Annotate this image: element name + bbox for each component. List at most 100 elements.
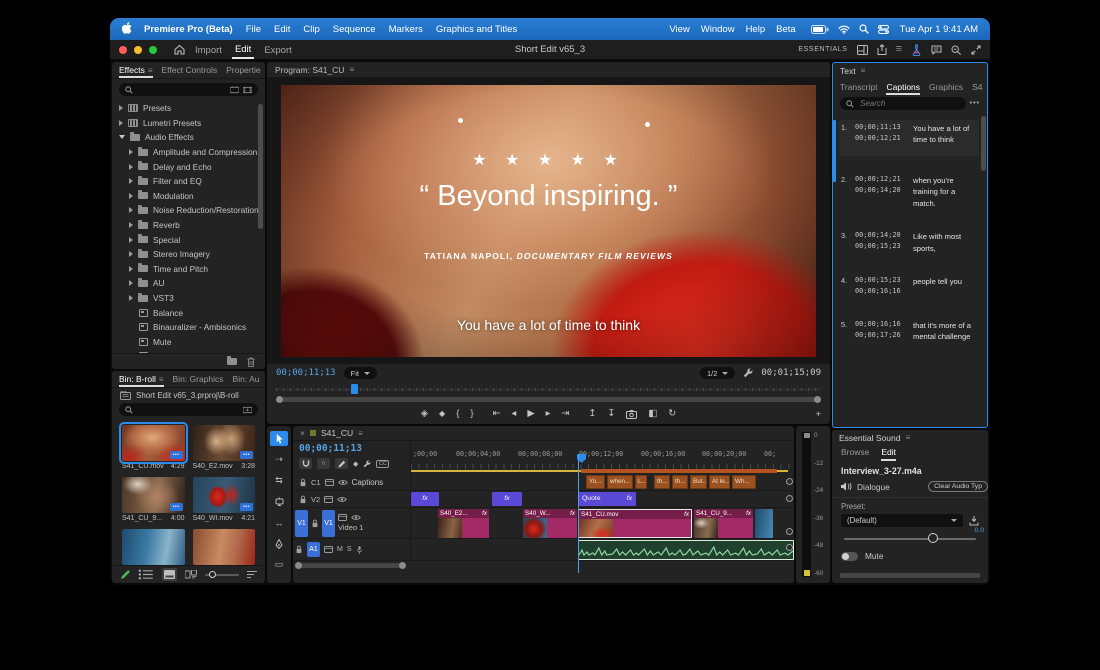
zoom-handle-left[interactable] [295,562,302,569]
tree-item[interactable]: Time and Pitch [112,262,265,277]
chevron-right-icon[interactable] [129,251,133,257]
filter-video-icon[interactable] [243,86,252,94]
track-id[interactable]: C1 [311,478,321,487]
caption-clip[interactable]: th... [654,475,670,489]
ripple-edit-tool[interactable]: ⇆ [270,473,288,488]
step-forward-icon[interactable]: ▸ [546,409,551,419]
close-sequence-icon[interactable]: × [300,428,305,438]
mark-in-icon[interactable]: { [456,409,459,419]
tree-item[interactable]: Special [112,232,265,247]
chevron-right-icon[interactable] [129,295,133,301]
tree-item[interactable]: Mute [112,335,265,350]
track-target-a1[interactable]: A1 [307,542,320,557]
chevron-right-icon[interactable] [129,266,133,272]
v1-track-content[interactable]: S40_E2...fx S40_W...fx S41_CU.movfx [411,508,794,538]
slider-knob[interactable] [928,533,938,543]
track-scroll-handle[interactable] [786,528,793,535]
captions-search-input[interactable] [858,98,960,109]
bin-item[interactable]: ••• S41_CU.mov4:29 [122,425,185,470]
mic-icon[interactable] [356,545,363,555]
a1-track-content[interactable] [411,539,794,560]
tab-export[interactable]: Export [261,41,294,58]
tree-item[interactable]: Balance [112,305,265,320]
tab-effects[interactable]: Effects≡ [119,62,153,78]
tree-item[interactable]: Binauralizer - Ambisonics [112,320,265,335]
menu-window[interactable]: Window [701,24,735,35]
sequence-marker-icon[interactable]: ◆ [353,460,358,468]
track-id[interactable]: V2 [311,495,320,504]
caption-text[interactable]: when you're training for a match. [905,175,977,209]
play-icon[interactable]: ▶ [527,409,534,419]
zoom-help-icon[interactable] [951,45,962,55]
menu-beta[interactable]: Beta [776,24,796,35]
step-back-icon[interactable]: ◂ [512,409,517,419]
clip-thumbnail[interactable]: ••• [193,425,256,461]
menu-markers[interactable]: Markers [389,24,423,35]
effects-search-input[interactable] [137,84,224,95]
caption-row[interactable]: 2. 00;00;12;2100;00;14;20 when you're tr… [839,172,979,212]
captions-track-content[interactable]: Yo... when... L... th... th... But... At… [411,474,794,490]
source-patch-v1[interactable]: V1 [295,510,308,537]
tree-item[interactable]: Lumetri Presets [112,116,265,131]
caption-clip[interactable]: Yo... [586,475,605,489]
eye-icon[interactable] [337,496,347,503]
timeline-playhead[interactable] [578,454,579,573]
ai-flask-icon[interactable] [911,44,922,56]
button-editor-icon[interactable]: + [815,409,821,420]
graphic-clip[interactable]: fx [492,492,522,506]
chevron-right-icon[interactable] [119,120,123,126]
stacked-panels-icon[interactable]: ≡ [896,44,902,55]
menu-clip[interactable]: Clip [303,24,319,35]
captions-scrollbar[interactable] [981,116,986,171]
captions-search[interactable] [840,97,966,110]
clip-thumbnail[interactable]: ••• [122,477,185,513]
slider-knob[interactable] [209,571,216,578]
tree-item[interactable]: Amplitude and Compression [112,145,265,160]
tab-graphics[interactable]: Graphics [929,78,963,95]
track-scroll-handle[interactable] [786,478,793,485]
preset-dropdown[interactable]: (Default) [841,514,963,527]
chevron-right-icon[interactable] [129,222,133,228]
sync-lock-icon[interactable] [325,479,334,486]
panel-menu-icon[interactable]: ≡ [358,429,363,438]
minimize-window-button[interactable] [134,46,142,54]
trash-icon[interactable] [247,357,255,367]
video-clip[interactable]: S40_W...fx [523,509,577,538]
sync-lock-icon[interactable] [338,514,347,521]
freeform-view-icon[interactable] [185,570,197,579]
mark-out-icon[interactable]: } [470,409,473,419]
fullscreen-icon[interactable] [971,45,981,55]
menu-edit[interactable]: Edit [274,24,290,35]
caption-row[interactable]: 4. 00;00;15;2300;00;16;16 people tell yo… [839,273,979,301]
tree-item[interactable]: VST3 [112,291,265,306]
tab-import[interactable]: Import [192,41,225,58]
zoom-window-button[interactable] [149,46,157,54]
thumbnail-size-slider[interactable] [205,574,239,576]
tab-properties[interactable]: Propertie [226,62,261,78]
menu-view[interactable]: View [669,24,689,35]
timeline-h-scrollbar[interactable] [297,563,402,568]
video-clip[interactable]: S40_E2...fx [438,509,489,538]
tree-item[interactable]: Filter and EQ [112,174,265,189]
bin-item[interactable]: ••• S40_E2.mov3:28 [193,425,256,470]
tab-bin-audio[interactable]: Bin: Au [233,371,260,387]
slip-tool[interactable]: ↔ [270,515,288,530]
loop-playback-icon[interactable]: ↻ [668,409,676,419]
lock-icon[interactable] [299,495,307,504]
playback-resolution-dropdown[interactable]: 1/2 [700,367,735,379]
chevron-right-icon[interactable] [129,178,133,184]
lock-icon[interactable] [295,545,303,554]
bin-search[interactable] [119,403,258,416]
tab-transcript[interactable]: Transcript [840,78,877,95]
panel-menu-icon[interactable]: ≡ [159,375,164,384]
video-clip[interactable] [755,509,773,538]
solo-track-button[interactable]: S [347,546,352,553]
sequence-tab-label[interactable]: S41_CU [321,428,353,438]
tree-item[interactable]: Noise Reduction/Restoration [112,203,265,218]
caption-clip[interactable]: L... [635,475,647,489]
sync-lock-icon[interactable] [324,496,333,503]
chevron-right-icon[interactable] [129,149,133,155]
feedback-icon[interactable] [931,45,942,55]
tab-effect-controls[interactable]: Effect Controls [162,62,218,78]
bin-breadcrumb[interactable]: Short Edit v65_3.prproj\B-roll [136,391,239,400]
